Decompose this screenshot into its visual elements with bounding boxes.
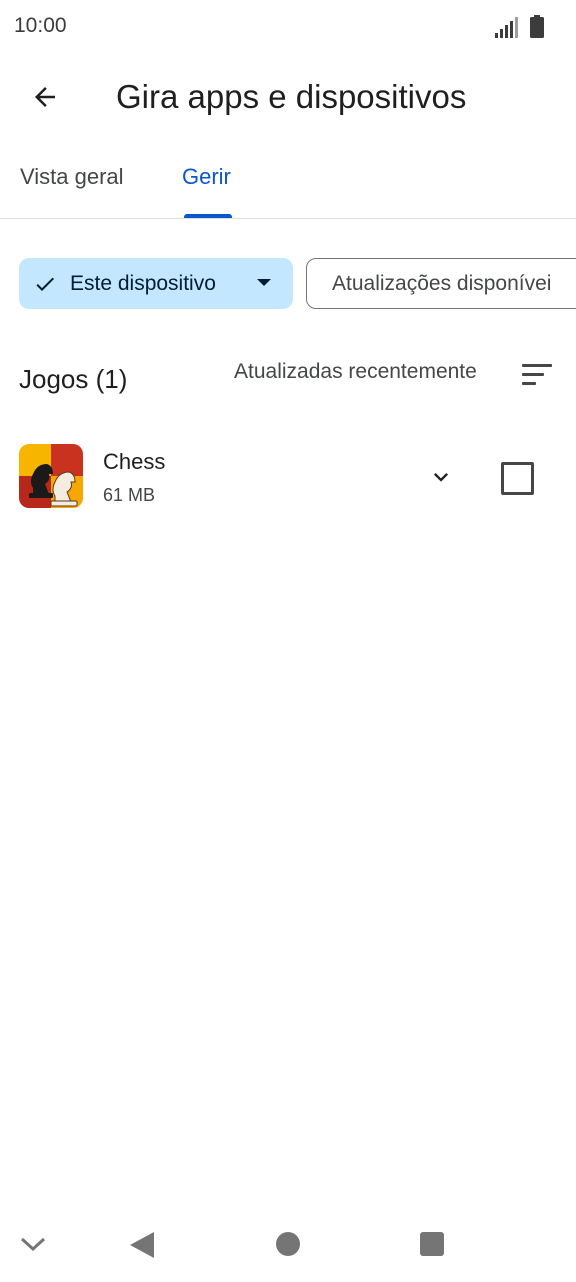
dropdown-arrow-icon	[257, 279, 271, 286]
expand-button[interactable]	[424, 460, 458, 494]
battery-icon	[530, 15, 544, 38]
status-time: 10:00	[14, 14, 67, 37]
tab-divider	[0, 218, 576, 219]
section-title: Jogos (1)	[19, 364, 128, 394]
app-select-checkbox[interactable]	[501, 462, 534, 495]
app-size: 61 MB	[103, 485, 156, 505]
system-nav-bar	[0, 1214, 576, 1282]
home-circle-icon[interactable]	[276, 1232, 300, 1256]
chess-app-icon	[19, 444, 83, 508]
filter-chip-updates-label: Atualizações disponívei	[332, 271, 552, 295]
signal-icon	[495, 17, 518, 38]
filter-chip-this-device-label: Este dispositivo	[70, 271, 216, 295]
page-title: Gira apps e dispositivos	[116, 78, 467, 115]
app-name: Chess	[103, 449, 166, 474]
screen: 10:00 Gira apps e dispositivos Vista ger…	[0, 0, 576, 1282]
list-item[interactable]: Chess 61 MB	[0, 436, 576, 518]
back-triangle-icon[interactable]	[130, 1232, 154, 1258]
check-icon	[36, 277, 54, 291]
arrow-back-icon	[35, 87, 55, 107]
sort-button[interactable]: Atualizadas recentemente	[234, 360, 477, 384]
status-bar: 10:00	[0, 0, 576, 54]
back-button[interactable]	[22, 74, 68, 120]
chevron-down-icon	[434, 473, 448, 482]
filter-chip-updates-available[interactable]: Atualizações disponívei	[306, 258, 576, 309]
tab-overview[interactable]: Vista geral	[20, 164, 124, 190]
sort-icon[interactable]	[520, 360, 554, 388]
filter-chip-this-device[interactable]: Este dispositivo	[19, 258, 293, 309]
collapse-icon[interactable]	[18, 1234, 48, 1254]
tab-manage[interactable]: Gerir	[182, 164, 231, 190]
recents-square-icon[interactable]	[420, 1232, 444, 1256]
